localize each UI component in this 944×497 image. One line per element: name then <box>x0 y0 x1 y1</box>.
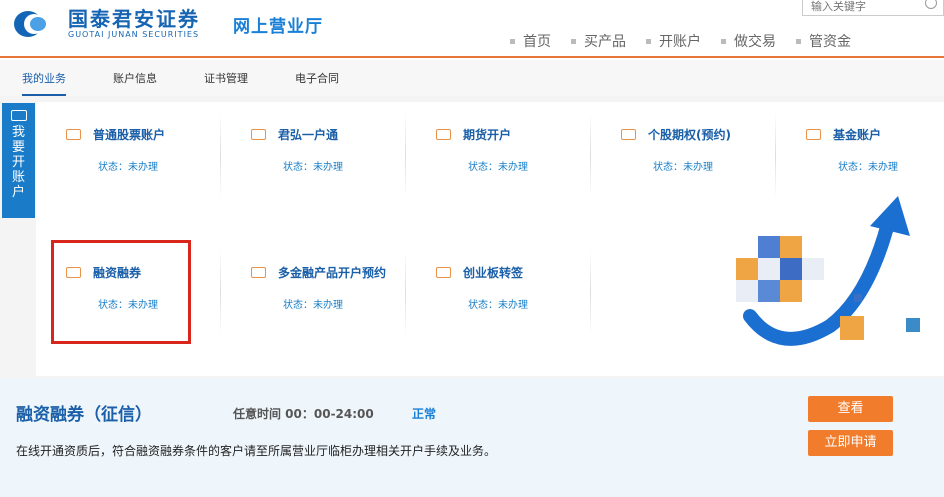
service-state: 正常 <box>412 407 437 421</box>
account-title[interactable]: 个股期权(预约) <box>648 126 731 143</box>
bullet-icon <box>646 38 651 44</box>
account-status: 状态：未办理 <box>468 162 528 173</box>
account-title[interactable]: 多金融产品开户预约 <box>278 264 386 281</box>
detail-title: 融资融券（征信） <box>16 405 152 425</box>
nav-open-account[interactable]: 开账户 <box>646 31 701 51</box>
bullet-icon <box>721 38 726 44</box>
cube-arrow-illustration <box>736 196 920 346</box>
brand-name-en: GUOTAI JUNAN SECURITIES <box>68 30 200 39</box>
account-title[interactable]: 君弘一户通 <box>278 126 338 143</box>
side-tab-label: 我要开账户 <box>11 125 25 200</box>
detail-panel: 融资融券（征信） 任意时间 00：00-24:00 正常 在线开通资质后，符合融… <box>0 378 944 497</box>
account-card-junhong[interactable]: 君弘一户通 状态：未办理 <box>221 102 406 214</box>
search-box <box>802 0 944 17</box>
logo-mark-icon <box>14 9 56 39</box>
account-title[interactable]: 基金账户 <box>833 126 881 143</box>
account-card-futures[interactable]: 期货开户 状态：未办理 <box>406 102 591 214</box>
brand-name: 国泰君安证券 <box>68 7 200 31</box>
account-status: 状态：未办理 <box>283 162 343 173</box>
account-card-multi-product[interactable]: 多金融产品开户预约 状态：未办理 <box>221 240 406 352</box>
header: 国泰君安证券 GUOTAI JUNAN SECURITIES 网上营业厅 首页 … <box>0 0 944 58</box>
account-status: 状态：未办理 <box>838 162 898 173</box>
tab-certificate-management[interactable]: 证书管理 <box>204 70 248 86</box>
detail-description: 在线开通资质后，符合融资融券条件的客户请至所属营业厅临柜办理相关开户手续及业务。 <box>16 444 497 458</box>
service-time: 任意时间 00：00-24:00 <box>233 407 374 421</box>
nav-label: 管资金 <box>809 34 851 50</box>
tab-e-contract[interactable]: 电子合同 <box>295 70 339 86</box>
view-button[interactable]: 查看 <box>808 396 893 422</box>
search-input[interactable] <box>803 0 913 17</box>
account-title[interactable]: 期货开户 <box>463 126 511 143</box>
account-title[interactable]: 普通股票账户 <box>93 126 165 143</box>
edit-icon <box>251 129 266 140</box>
nav-trade[interactable]: 做交易 <box>721 31 776 51</box>
nav-home[interactable]: 首页 <box>510 31 551 51</box>
card-icon <box>251 267 266 278</box>
account-status: 状态：未办理 <box>468 300 528 311</box>
online-hall-title: 网上营业厅 <box>233 17 323 37</box>
account-status: 状态：未办理 <box>653 162 713 173</box>
card-icon <box>66 129 81 140</box>
logo[interactable]: 国泰君安证券 GUOTAI JUNAN SECURITIES <box>14 8 200 40</box>
account-card-stock[interactable]: 普通股票账户 状态：未办理 <box>36 102 221 214</box>
account-title[interactable]: 创业板转签 <box>463 264 523 281</box>
nav-label: 开账户 <box>659 34 701 50</box>
sub-nav: 我的业务 账户信息 证书管理 电子合同 <box>0 60 944 96</box>
computer-icon <box>436 129 451 140</box>
id-card-icon <box>10 110 27 121</box>
tab-account-info[interactable]: 账户信息 <box>113 70 157 86</box>
highlight-box <box>51 240 191 344</box>
bullet-icon <box>796 38 801 44</box>
bullet-icon <box>571 38 576 44</box>
nav-funds[interactable]: 管资金 <box>796 31 851 51</box>
top-nav: 首页 买产品 开账户 做交易 管资金 <box>510 31 871 51</box>
apply-now-button[interactable]: 立即申请 <box>808 430 893 456</box>
briefcase-icon <box>436 267 451 278</box>
account-status: 状态：未办理 <box>283 300 343 311</box>
bullet-icon <box>510 38 515 44</box>
account-status: 状态：未办理 <box>98 162 158 173</box>
side-tab-open-account[interactable]: 我要开账户 <box>2 103 35 218</box>
account-card-chinext[interactable]: 创业板转签 状态：未办理 <box>406 240 591 352</box>
chart-icon <box>621 129 636 140</box>
nav-label: 首页 <box>523 34 551 50</box>
folder-icon <box>806 129 821 140</box>
nav-label: 做交易 <box>734 34 776 50</box>
nav-buy-products[interactable]: 买产品 <box>571 31 626 51</box>
nav-label: 买产品 <box>584 34 626 50</box>
search-icon[interactable] <box>925 0 937 9</box>
tab-my-business[interactable]: 我的业务 <box>22 70 66 96</box>
